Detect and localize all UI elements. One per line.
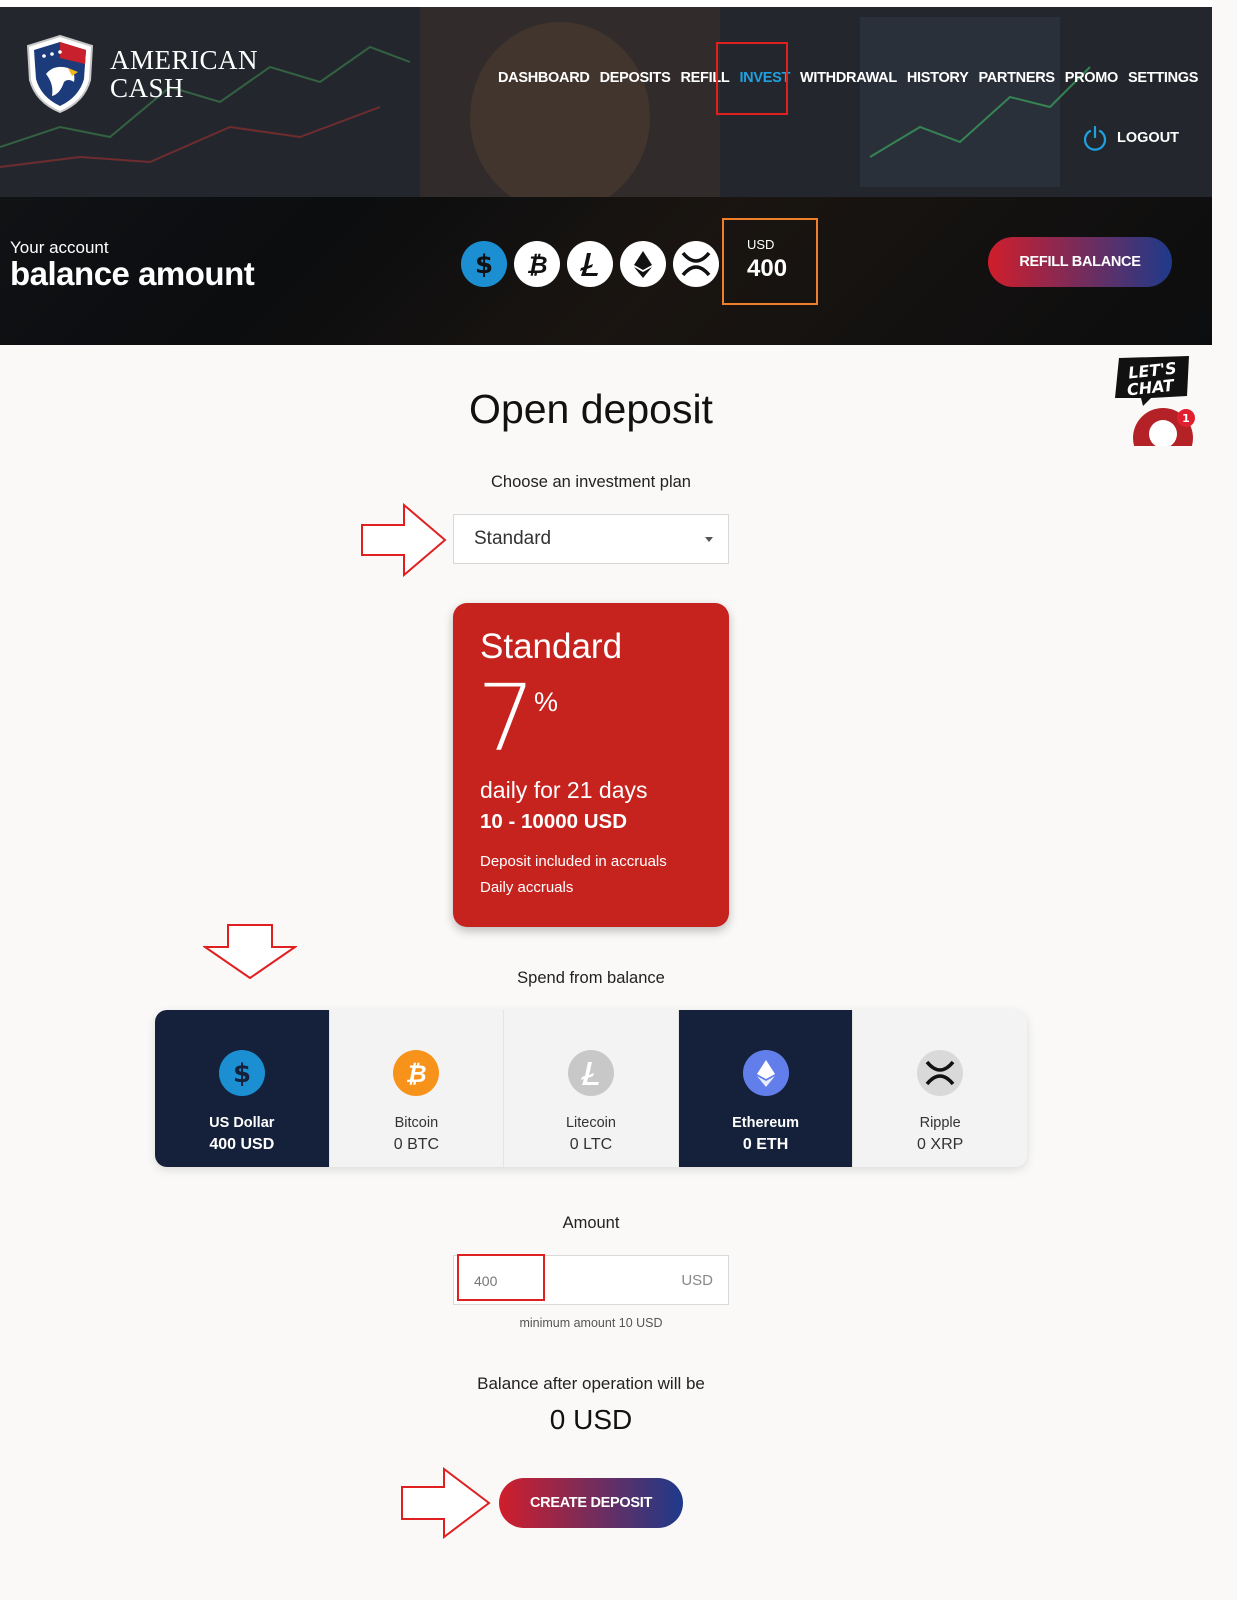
wallet-ethereum[interactable]: Ethereum 0 ETH	[678, 1010, 854, 1167]
balance-value: 400	[747, 255, 788, 282]
balance-after-value: 0 USD	[549, 1404, 633, 1435]
brand-line1: AMERICAN	[110, 45, 259, 75]
plan-period: daily for 21 days	[480, 777, 648, 803]
plan-range: 10 - 10000 USD	[480, 810, 628, 833]
wallet-ripple[interactable]: Ripple 0 XRP	[853, 1010, 1027, 1167]
amount-hint: minimum amount 10 USD	[519, 1316, 663, 1330]
logout-label: LOGOUT	[1117, 130, 1180, 146]
eagle-shield-icon	[26, 34, 94, 114]
plan-note-daily: Daily accruals	[480, 879, 574, 896]
wallet-name: Litecoin	[565, 1115, 616, 1131]
power-icon	[1083, 125, 1107, 151]
plan-note-accruals: Deposit included in accruals	[480, 853, 667, 870]
wallet-name: Ripple	[919, 1115, 961, 1131]
brand-line2: CASH	[110, 73, 185, 103]
wallet-amount: 0 ETH	[742, 1136, 789, 1153]
svg-text:$: $	[475, 250, 493, 279]
ethereum-icon	[742, 1050, 789, 1096]
wallet-name: Ethereum	[732, 1115, 800, 1131]
plan-percent-sign: %	[534, 687, 559, 717]
plan-rate: 7	[477, 665, 536, 772]
invest-highlight-box	[716, 42, 788, 115]
wallet-usd[interactable]: $ US Dollar 400 USD	[155, 1010, 330, 1167]
nav-promo[interactable]: PROMO	[1065, 70, 1119, 86]
wallet-amount: 0 BTC	[393, 1136, 440, 1153]
ethereum-icon[interactable]	[620, 241, 666, 287]
page-title: Open deposit	[469, 386, 713, 432]
logout-button[interactable]: LOGOUT	[1082, 125, 1179, 151]
plan-select-value: Standard	[474, 528, 552, 549]
bitcoin-icon[interactable]: ₿	[514, 241, 560, 287]
nav-history[interactable]: HISTORY	[907, 70, 969, 86]
plan-select[interactable]: Standard	[453, 514, 729, 564]
spend-label: Spend from balance	[517, 969, 665, 987]
usd-icon: $	[218, 1050, 265, 1096]
nav-deposits[interactable]: DEPOSITS	[600, 70, 671, 86]
main-nav: DASHBOARD DEPOSITS REFILL INVEST WITHDRA…	[498, 70, 1208, 86]
brand-name: AMERICAN CASH	[110, 46, 258, 102]
wallet-amount: 400 USD	[209, 1136, 275, 1153]
brand-logo[interactable]: AMERICAN CASH	[24, 34, 258, 114]
nav-partners[interactable]: PARTNERS	[978, 70, 1055, 86]
wallet-name: Bitcoin	[394, 1115, 439, 1131]
usd-coin-icon[interactable]: $	[461, 241, 507, 287]
arrow-right-annotation	[361, 503, 447, 577]
plan-name: Standard	[480, 627, 623, 666]
arrow-right-annotation	[401, 1467, 491, 1539]
litecoin-icon[interactable]	[567, 241, 613, 287]
currency-selector: $ ₿	[461, 241, 726, 287]
ripple-icon	[917, 1050, 964, 1096]
svg-text:1: 1	[1182, 412, 1190, 425]
balance-after-label: Balance after operation will be	[477, 1374, 705, 1393]
wallet-selector: $ US Dollar 400 USD ₿ Bitcoin 0 BTC Lite…	[155, 1010, 1027, 1167]
create-deposit-button[interactable]: CREATE DEPOSIT	[499, 1478, 683, 1528]
nav-settings[interactable]: SETTINGS	[1128, 70, 1198, 86]
amount-highlight-box	[457, 1254, 545, 1301]
chevron-down-icon	[705, 537, 713, 542]
litecoin-icon	[567, 1050, 614, 1096]
svg-text:₿: ₿	[526, 251, 547, 279]
amount-label: Amount	[562, 1214, 620, 1232]
wallet-amount: 0 LTC	[569, 1136, 613, 1153]
amount-currency: USD	[681, 1272, 713, 1289]
wallet-litecoin[interactable]: Litecoin 0 LTC	[504, 1010, 679, 1167]
svg-text:$: $	[233, 1059, 251, 1088]
wallet-bitcoin[interactable]: ₿ Bitcoin 0 BTC	[329, 1010, 505, 1167]
nav-dashboard[interactable]: DASHBOARD	[498, 70, 590, 86]
plan-card: Standard 7 % daily for 21 days 10 - 1000…	[453, 603, 729, 927]
balance-currency: USD	[747, 237, 775, 252]
bitcoin-icon: ₿	[393, 1050, 440, 1096]
refill-balance-button[interactable]: REFILL BALANCE	[988, 237, 1172, 287]
nav-withdrawal[interactable]: WITHDRAWAL	[800, 70, 897, 86]
ripple-icon[interactable]	[673, 241, 719, 287]
account-title: balance amount	[10, 255, 255, 292]
plan-label: Choose an investment plan	[491, 473, 691, 491]
balance-display: USD 400	[722, 218, 818, 305]
wallet-amount: 0 XRP	[917, 1136, 964, 1153]
wallet-name: US Dollar	[209, 1115, 275, 1131]
svg-text:₿: ₿	[406, 1060, 427, 1088]
